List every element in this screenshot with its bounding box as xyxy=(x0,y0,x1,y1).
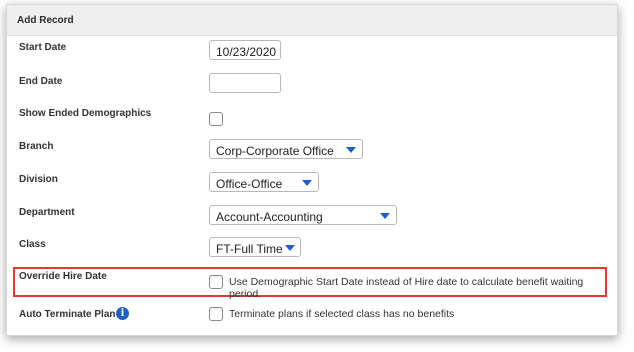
start-date-label: Start Date xyxy=(19,42,67,53)
department-label: Department xyxy=(19,207,75,218)
division-label: Division xyxy=(19,174,58,185)
branch-select[interactable]: Corp-Corporate Office xyxy=(209,139,363,159)
auto-terminate-plan-label: Auto Terminate Plan xyxy=(19,309,116,320)
start-date-value: 10/23/2020 xyxy=(216,45,277,59)
show-ended-demographics-label: Show Ended Demographics xyxy=(19,108,152,119)
override-hire-date-label: Override Hire Date xyxy=(19,271,107,282)
class-selected-value: FT-Full Time xyxy=(216,242,283,256)
show-ended-demographics-checkbox[interactable] xyxy=(209,112,223,126)
class-select[interactable]: FT-Full Time xyxy=(209,237,301,257)
start-date-input[interactable]: 10/23/2020 xyxy=(209,40,281,60)
end-date-input[interactable] xyxy=(209,73,281,93)
chevron-down-icon xyxy=(380,213,390,219)
auto-terminate-plan-text: Terminate plans if selected class has no… xyxy=(229,308,455,320)
branch-selected-value: Corp-Corporate Office xyxy=(216,144,334,158)
chevron-down-icon xyxy=(346,147,356,153)
auto-terminate-plan-checkbox[interactable] xyxy=(209,307,223,321)
override-hire-date-text: Use Demographic Start Date instead of Hi… xyxy=(229,276,584,300)
add-record-card: Add Record Start Date 10/23/2020 End Dat… xyxy=(6,4,618,336)
department-selected-value: Account-Accounting xyxy=(216,210,323,224)
class-label: Class xyxy=(19,239,46,250)
info-icon[interactable]: i xyxy=(116,307,129,320)
department-select[interactable]: Account-Accounting xyxy=(209,205,397,225)
chevron-down-icon xyxy=(285,245,295,251)
end-date-label: End Date xyxy=(19,76,63,87)
card-title: Add Record xyxy=(17,15,74,26)
card-header: Add Record xyxy=(7,5,617,36)
division-selected-value: Office-Office xyxy=(216,177,283,191)
branch-label: Branch xyxy=(19,141,54,152)
division-select[interactable]: Office-Office xyxy=(209,172,319,192)
chevron-down-icon xyxy=(302,180,312,186)
override-hire-date-checkbox[interactable] xyxy=(209,275,223,289)
